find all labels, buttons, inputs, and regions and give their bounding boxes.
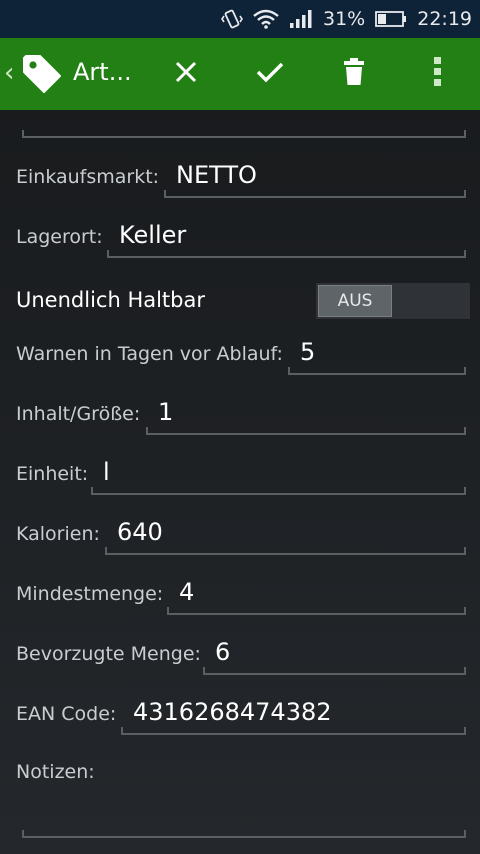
bevorzugte-menge-label: Bevorzugte Menge: bbox=[16, 643, 201, 665]
warnen-underline[interactable] bbox=[288, 367, 466, 375]
einkaufsmarkt-label: Einkaufsmarkt: bbox=[16, 166, 160, 188]
status-bar-icons: 31% 22:19 bbox=[221, 0, 472, 38]
kalorien-field[interactable]: 640 bbox=[117, 518, 163, 546]
mindestmenge-label: Mindestmenge: bbox=[16, 583, 164, 605]
tag-icon[interactable] bbox=[20, 52, 64, 100]
lagerort-label: Lagerort: bbox=[16, 226, 103, 248]
close-icon bbox=[175, 61, 197, 87]
mindestmenge-underline[interactable] bbox=[167, 607, 466, 615]
ean-code-underline[interactable] bbox=[121, 727, 466, 735]
screen-title[interactable]: Art... bbox=[73, 58, 132, 86]
toggle-state: AUS bbox=[318, 285, 392, 317]
signal-icon bbox=[289, 9, 313, 29]
ean-code-label: EAN Code: bbox=[16, 703, 117, 725]
notizen-label: Notizen: bbox=[16, 761, 95, 783]
notizen-underline[interactable] bbox=[22, 830, 466, 838]
lagerort-field[interactable]: Keller bbox=[119, 221, 186, 249]
battery-percent: 31% bbox=[323, 8, 366, 30]
overflow-menu-icon bbox=[434, 57, 442, 91]
einkaufsmarkt-field[interactable]: NETTO bbox=[176, 161, 257, 189]
overflow-menu-button[interactable] bbox=[416, 52, 460, 96]
wifi-icon bbox=[253, 9, 279, 29]
ean-code-field[interactable]: 4316268474382 bbox=[133, 698, 332, 726]
lagerort-underline[interactable] bbox=[107, 250, 466, 258]
mindestmenge-field[interactable]: 4 bbox=[179, 578, 194, 606]
save-button[interactable] bbox=[248, 52, 292, 96]
clock: 22:19 bbox=[417, 8, 472, 30]
delete-button[interactable] bbox=[332, 52, 376, 96]
inhalt-underline[interactable] bbox=[146, 427, 466, 435]
check-icon bbox=[256, 61, 284, 87]
warnen-label: Warnen in Tagen vor Ablauf: bbox=[16, 343, 283, 365]
delete-icon bbox=[343, 58, 365, 90]
kalorien-label: Kalorien: bbox=[16, 523, 100, 545]
einheit-underline[interactable] bbox=[91, 487, 466, 495]
vibrate-icon bbox=[221, 8, 243, 30]
einkaufsmarkt-underline[interactable] bbox=[164, 190, 466, 198]
einheit-field[interactable]: l bbox=[103, 458, 110, 486]
kalorien-underline[interactable] bbox=[105, 547, 466, 555]
previous-field-underline[interactable] bbox=[22, 130, 466, 138]
back-chevron-icon[interactable]: ‹ bbox=[4, 58, 14, 88]
form-content: Einkaufsmarkt: NETTO Lagerort: Keller Un… bbox=[0, 110, 480, 854]
bevorzugte-menge-field[interactable]: 6 bbox=[215, 638, 230, 666]
einheit-label: Einheit: bbox=[16, 463, 89, 485]
unendlich-haltbar-label: Unendlich Haltbar bbox=[16, 288, 205, 312]
inhalt-label: Inhalt/Größe: bbox=[16, 403, 141, 425]
battery-icon bbox=[375, 10, 407, 28]
unendlich-haltbar-toggle[interactable]: AUS bbox=[315, 282, 471, 320]
cancel-button[interactable] bbox=[164, 52, 208, 96]
bevorzugte-menge-underline[interactable] bbox=[203, 667, 466, 675]
action-bar: ‹ Art... bbox=[0, 38, 480, 110]
inhalt-field[interactable]: 1 bbox=[158, 398, 173, 426]
status-bar: 31% 22:19 bbox=[0, 0, 480, 38]
warnen-field[interactable]: 5 bbox=[300, 338, 315, 366]
